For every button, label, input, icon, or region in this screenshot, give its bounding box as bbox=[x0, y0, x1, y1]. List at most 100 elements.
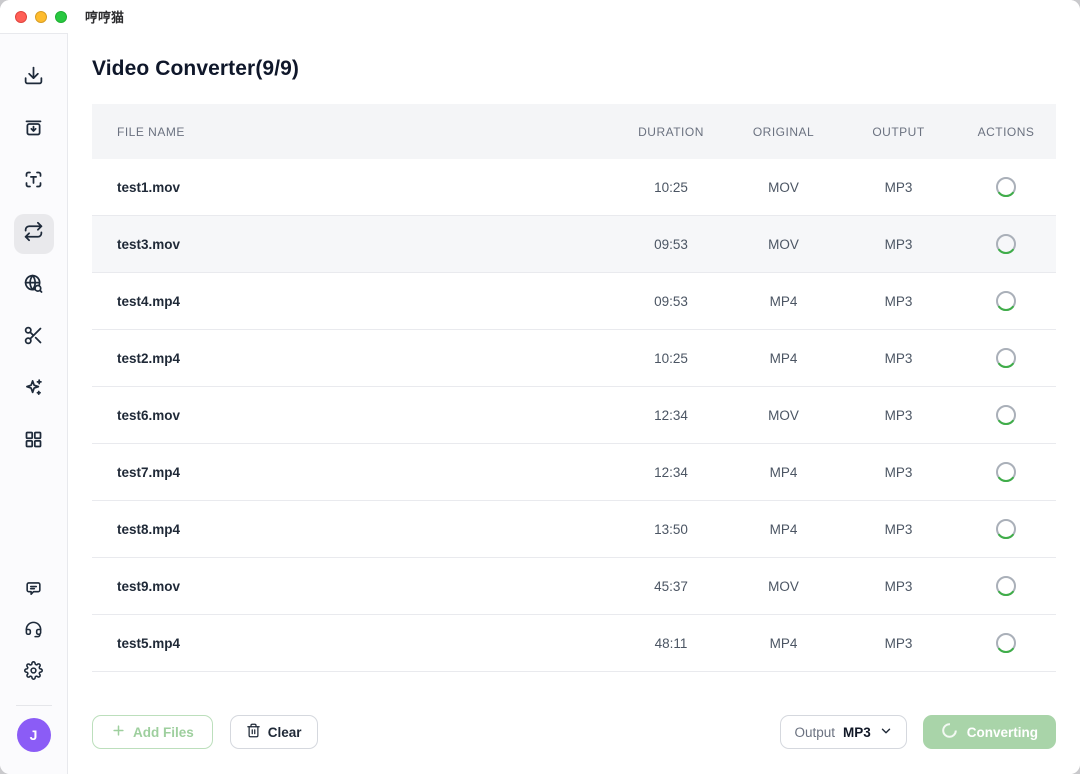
repeat-icon bbox=[23, 221, 44, 247]
original-cell: MOV bbox=[726, 408, 841, 423]
sidebar-item-converter[interactable] bbox=[14, 214, 54, 254]
original-cell: MP4 bbox=[726, 351, 841, 366]
footer-toolbar: Add Files Clear Output MP3 Converting bbox=[92, 715, 1056, 749]
table-row[interactable]: test5.mp4 48:11 MP4 MP3 bbox=[92, 615, 1056, 672]
add-files-button[interactable]: Add Files bbox=[92, 715, 213, 749]
duration-cell: 12:34 bbox=[616, 465, 726, 480]
output-cell: MP3 bbox=[841, 180, 956, 195]
converting-spinner-icon bbox=[995, 233, 1017, 255]
table-body: test1.mov 10:25 MOV MP3 test3.mov 09:53 … bbox=[92, 159, 1056, 672]
output-cell: MP3 bbox=[841, 408, 956, 423]
converting-spinner-icon bbox=[995, 632, 1017, 654]
scissors-icon bbox=[23, 325, 44, 351]
column-header-original: ORIGINAL bbox=[726, 125, 841, 139]
gear-icon bbox=[24, 661, 43, 685]
table-row[interactable]: test2.mp4 10:25 MP4 MP3 bbox=[92, 330, 1056, 387]
plus-icon bbox=[111, 723, 126, 741]
close-window-button[interactable] bbox=[15, 11, 27, 23]
duration-cell: 12:34 bbox=[616, 408, 726, 423]
original-cell: MOV bbox=[726, 579, 841, 594]
duration-cell: 45:37 bbox=[616, 579, 726, 594]
output-cell: MP3 bbox=[841, 351, 956, 366]
duration-cell: 13:50 bbox=[616, 522, 726, 537]
sparkles-icon bbox=[23, 377, 44, 403]
converting-spinner-icon bbox=[995, 575, 1017, 597]
chevron-down-icon bbox=[879, 724, 893, 741]
sidebar-item-download[interactable] bbox=[14, 58, 54, 98]
output-cell: MP3 bbox=[841, 522, 956, 537]
output-value: MP3 bbox=[843, 725, 871, 740]
original-cell: MP4 bbox=[726, 294, 841, 309]
traffic-lights bbox=[15, 11, 67, 23]
clear-label: Clear bbox=[268, 725, 302, 740]
output-cell: MP3 bbox=[841, 465, 956, 480]
original-cell: MP4 bbox=[726, 465, 841, 480]
save-box-icon bbox=[23, 117, 44, 143]
table-row[interactable]: test8.mp4 13:50 MP4 MP3 bbox=[92, 501, 1056, 558]
file-name-cell: test7.mp4 bbox=[92, 465, 616, 480]
button-spinner-icon bbox=[941, 722, 958, 742]
duration-cell: 48:11 bbox=[616, 636, 726, 651]
headset-icon bbox=[24, 620, 43, 644]
column-header-actions: ACTIONS bbox=[956, 125, 1056, 139]
converting-label: Converting bbox=[967, 725, 1038, 740]
clear-button[interactable]: Clear bbox=[230, 715, 318, 749]
column-header-file-name: FILE NAME bbox=[92, 125, 616, 139]
sidebar-item-feedback[interactable] bbox=[16, 573, 52, 609]
duration-cell: 10:25 bbox=[616, 351, 726, 366]
column-header-output: OUTPUT bbox=[841, 125, 956, 139]
download-icon bbox=[23, 65, 44, 91]
converting-spinner-icon bbox=[995, 404, 1017, 426]
sidebar-item-text-capture[interactable] bbox=[14, 162, 54, 202]
original-cell: MOV bbox=[726, 180, 841, 195]
file-name-cell: test5.mp4 bbox=[92, 636, 616, 651]
duration-cell: 10:25 bbox=[616, 180, 726, 195]
apps-grid-icon bbox=[23, 429, 44, 455]
table-row[interactable]: test3.mov 09:53 MOV MP3 bbox=[92, 216, 1056, 273]
chat-bubble-icon bbox=[24, 579, 43, 603]
file-name-cell: test1.mov bbox=[92, 180, 616, 195]
converting-button[interactable]: Converting bbox=[923, 715, 1056, 749]
file-name-cell: test9.mov bbox=[92, 579, 616, 594]
original-cell: MP4 bbox=[726, 636, 841, 651]
sidebar-item-web-search[interactable] bbox=[14, 266, 54, 306]
titlebar: 哼哼猫 bbox=[0, 0, 1080, 33]
minimize-window-button[interactable] bbox=[35, 11, 47, 23]
main-content: Video Converter(9/9) FILE NAME DURATION … bbox=[68, 33, 1080, 774]
output-cell: MP3 bbox=[841, 294, 956, 309]
sidebar-item-ai-tools[interactable] bbox=[14, 370, 54, 410]
output-cell: MP3 bbox=[841, 636, 956, 651]
trash-icon bbox=[246, 723, 261, 741]
file-name-cell: test6.mov bbox=[92, 408, 616, 423]
converting-spinner-icon bbox=[995, 347, 1017, 369]
column-header-duration: DURATION bbox=[616, 125, 726, 139]
duration-cell: 09:53 bbox=[616, 237, 726, 252]
file-name-cell: test2.mp4 bbox=[92, 351, 616, 366]
output-cell: MP3 bbox=[841, 579, 956, 594]
app-window: 哼哼猫 bbox=[0, 0, 1080, 774]
output-label: Output bbox=[794, 725, 835, 740]
avatar[interactable]: J bbox=[17, 718, 51, 752]
app-title: 哼哼猫 bbox=[85, 7, 124, 26]
sidebar-item-save-box[interactable] bbox=[14, 110, 54, 150]
table-row[interactable]: test9.mov 45:37 MOV MP3 bbox=[92, 558, 1056, 615]
sidebar-item-apps[interactable] bbox=[14, 422, 54, 462]
file-name-cell: test4.mp4 bbox=[92, 294, 616, 309]
file-table: FILE NAME DURATION ORIGINAL OUTPUT ACTIO… bbox=[92, 104, 1056, 672]
file-name-cell: test3.mov bbox=[92, 237, 616, 252]
zoom-window-button[interactable] bbox=[55, 11, 67, 23]
sidebar-divider bbox=[16, 705, 52, 706]
table-row[interactable]: test1.mov 10:25 MOV MP3 bbox=[92, 159, 1056, 216]
text-capture-icon bbox=[23, 169, 44, 195]
sidebar-item-settings[interactable] bbox=[16, 655, 52, 691]
file-name-cell: test8.mp4 bbox=[92, 522, 616, 537]
table-row[interactable]: test7.mp4 12:34 MP4 MP3 bbox=[92, 444, 1056, 501]
table-row[interactable]: test4.mp4 09:53 MP4 MP3 bbox=[92, 273, 1056, 330]
sidebar-item-support[interactable] bbox=[16, 614, 52, 650]
output-format-select[interactable]: Output MP3 bbox=[780, 715, 906, 749]
sidebar-item-trim[interactable] bbox=[14, 318, 54, 358]
table-header: FILE NAME DURATION ORIGINAL OUTPUT ACTIO… bbox=[92, 104, 1056, 159]
converting-spinner-icon bbox=[995, 518, 1017, 540]
table-row[interactable]: test6.mov 12:34 MOV MP3 bbox=[92, 387, 1056, 444]
converting-spinner-icon bbox=[995, 290, 1017, 312]
